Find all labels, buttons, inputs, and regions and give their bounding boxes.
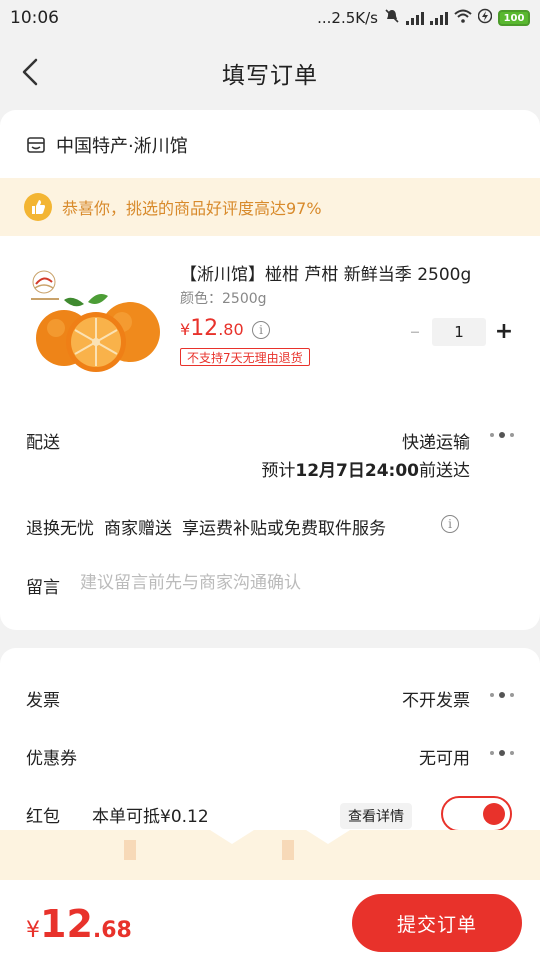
delivery-eta: 预计12月7日24:00前送达	[261, 456, 470, 481]
message-label: 留言	[26, 578, 60, 598]
red-packet-toggle[interactable]	[441, 796, 512, 832]
price-decimal: .80	[218, 320, 244, 339]
price-currency: ¥	[180, 320, 191, 339]
signal-icon	[430, 11, 448, 25]
coupon-value[interactable]: 无可用	[419, 744, 470, 769]
more-dots-icon[interactable]	[490, 432, 514, 438]
red-packet-desc: 本单可抵¥0.12	[92, 807, 209, 827]
thumbs-up-icon	[24, 193, 52, 221]
shop-name: 中国特产·淅川馆	[56, 136, 188, 157]
quantity-value[interactable]: 1	[432, 318, 486, 346]
page-header: 填写订单	[0, 36, 540, 110]
store-icon	[26, 135, 46, 155]
hd-signal-icon	[406, 11, 424, 25]
page-title: 填写订单	[222, 63, 318, 89]
service-item: 退换无忧	[26, 519, 94, 539]
product-spec: 颜色：2500g	[180, 291, 267, 307]
red-packet-label: 红包	[26, 807, 60, 827]
quantity-increase-button[interactable]: +	[492, 318, 516, 346]
total-price: ¥ 12 .68	[26, 902, 132, 946]
submit-order-button[interactable]: 提交订单	[352, 894, 522, 952]
eta-prefix: 预计	[261, 461, 296, 481]
coupon-label: 优惠券	[26, 749, 77, 769]
product-title[interactable]: 【淅川馆】椪柑 芦柑 新鲜当季 2500g	[180, 260, 471, 285]
service-item: 享运费补贴或免费取件服务	[182, 519, 386, 539]
praise-text: 恭喜你，挑选的商品好评度高达97%	[62, 199, 322, 218]
eta-date: 12月7日24:00	[295, 461, 419, 481]
checkout-bar: ¥ 12 .68 提交订单	[0, 880, 540, 960]
mute-icon	[384, 8, 400, 28]
total-currency: ¥	[26, 918, 40, 943]
promo-band	[0, 830, 540, 880]
price-integer: 12	[190, 316, 219, 341]
charging-icon	[477, 8, 493, 28]
delivery-label: 配送	[26, 433, 60, 453]
band-decoration	[306, 830, 350, 844]
order-card: 中国特产·淅川馆 恭喜你，挑选的商品好评度高达97% 【淅川馆】椪柑 芦柑 新鲜…	[0, 110, 540, 630]
invoice-label: 发票	[26, 691, 60, 711]
product-price: ¥ 12 .80	[180, 316, 244, 341]
service-item: 商家赠送	[104, 519, 172, 539]
brand-logo-icon	[31, 270, 59, 300]
more-dots-icon[interactable]	[490, 750, 514, 756]
shop-row[interactable]: 中国特产·淅川馆	[26, 132, 188, 158]
total-decimal: .68	[92, 918, 132, 943]
more-dots-icon[interactable]	[490, 692, 514, 698]
status-indicators: ...2.5K/s 100	[317, 8, 530, 28]
chevron-left-icon	[22, 58, 38, 86]
band-decoration	[210, 830, 254, 844]
product-image[interactable]	[26, 260, 166, 380]
service-guarantees: 退换无忧 商家赠送 享运费补贴或免费取件服务	[26, 514, 386, 539]
eta-suffix: 前送达	[419, 461, 470, 481]
battery-icon: 100	[498, 10, 530, 26]
wifi-icon	[454, 9, 472, 27]
view-details-button[interactable]: 查看详情	[340, 803, 412, 829]
band-decoration	[282, 840, 294, 860]
back-button[interactable]	[18, 54, 46, 90]
status-bar: 10:06 ...2.5K/s 100	[0, 0, 540, 36]
toggle-knob	[483, 803, 505, 825]
return-policy-badge: 不支持7天无理由退货	[180, 348, 310, 366]
quantity-decrease-button[interactable]: –	[405, 320, 425, 344]
status-time: 10:06	[10, 8, 59, 28]
band-decoration	[124, 840, 136, 860]
praise-banner: 恭喜你，挑选的商品好评度高达97%	[0, 178, 540, 236]
invoice-value[interactable]: 不开发票	[402, 686, 470, 711]
service-info-icon[interactable]: i	[441, 515, 459, 533]
network-speed: ...2.5K/s	[317, 9, 378, 27]
message-input[interactable]	[80, 568, 500, 598]
total-integer: 12	[40, 902, 93, 946]
delivery-method[interactable]: 快递运输	[402, 428, 470, 453]
price-info-icon[interactable]: i	[252, 321, 270, 339]
